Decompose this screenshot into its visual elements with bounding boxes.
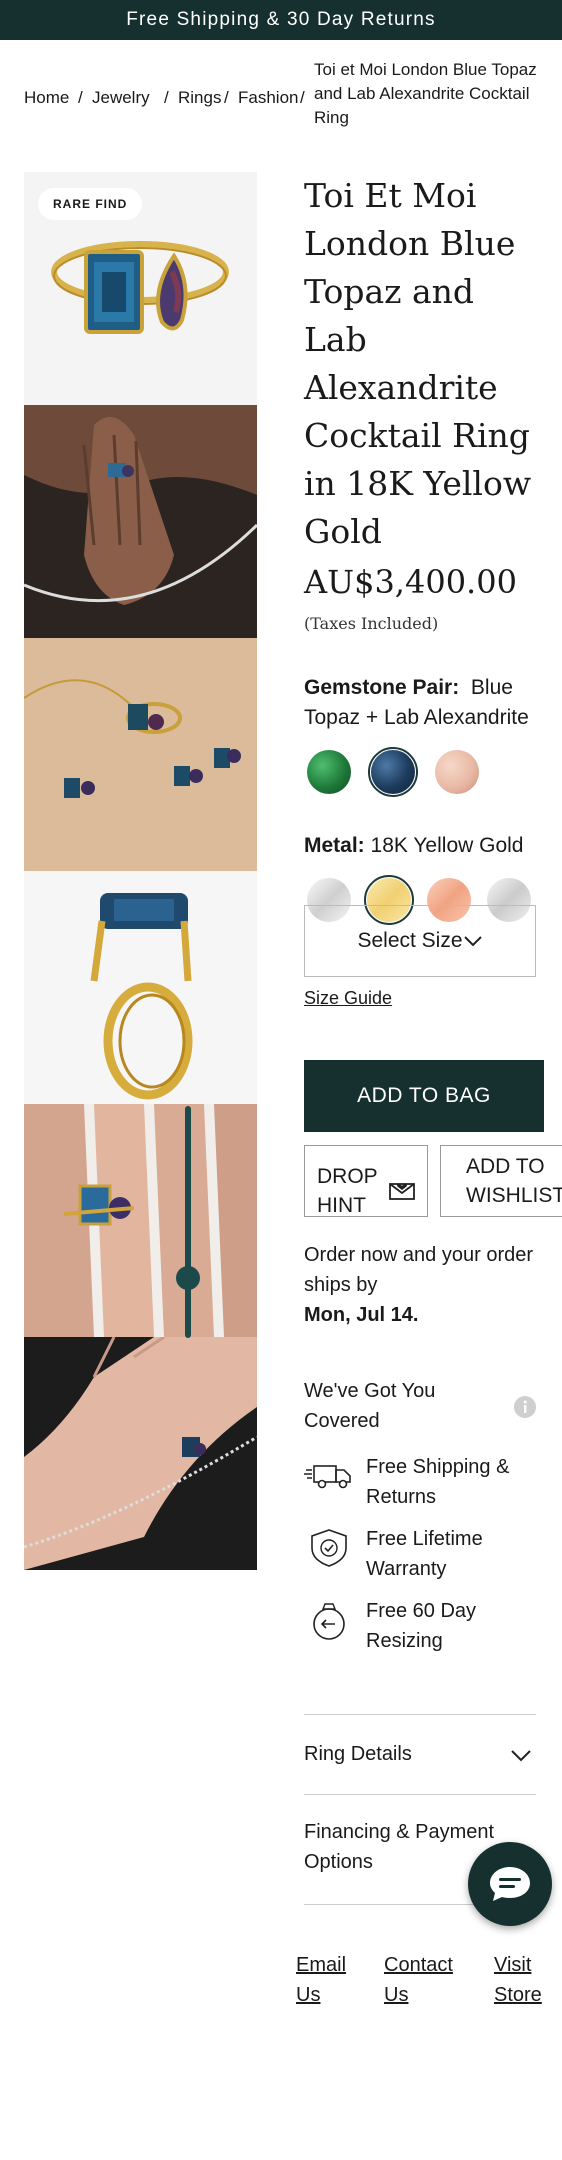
perk-label: Free Lifetime Warranty [366, 1528, 483, 1580]
hand-ring-closeup-image [24, 1104, 257, 1337]
perk-label: Free Shipping & Returns [366, 1456, 510, 1508]
envelope-heart-icon [389, 1183, 415, 1200]
ring-resize-icon [313, 1603, 345, 1640]
info-icon[interactable] [514, 1396, 536, 1418]
covered-title: We've Got You Covered [304, 1380, 436, 1432]
gemstone-swatch-blue-topaz[interactable] [368, 747, 418, 797]
covered-section-title: We've Got You Covered [304, 1376, 544, 1436]
add-to-bag-button[interactable]: ADD TO BAG [304, 1060, 544, 1132]
hand-dark-background-image [24, 1337, 257, 1570]
breadcrumb-separator: / [224, 88, 229, 107]
breadcrumb-rings[interactable]: Rings [178, 86, 221, 110]
breadcrumb-home[interactable]: Home [24, 86, 69, 110]
product-info: Toi Et Moi London Blue Topaz and Lab Ale… [304, 172, 544, 925]
add-to-wishlist-button[interactable]: ADD TO WISHLIST [440, 1145, 562, 1217]
gemstone-swatch-morganite[interactable] [432, 747, 482, 797]
product-gallery: RARE FIND [24, 172, 257, 1570]
chat-bubble-icon [490, 1867, 530, 1901]
promo-banner-text: Free Shipping & 30 Day Returns [126, 9, 436, 30]
tax-note: (Taxes Included) [304, 614, 439, 633]
chat-button[interactable] [468, 1842, 552, 1926]
gemstone-pair-label: Gemstone Pair: Blue Topaz + Lab Alexandr… [304, 673, 544, 733]
rare-find-badge: RARE FIND [38, 188, 143, 220]
breadcrumb-fashion[interactable]: Fashion [238, 86, 298, 110]
product-image[interactable] [24, 1337, 257, 1570]
gallery-scrollbar-handle[interactable] [176, 1266, 200, 1290]
product-image[interactable] [24, 405, 257, 638]
perk-label: Free 60 Day Resizing [366, 1600, 477, 1652]
breadcrumb-separator: / [78, 88, 83, 107]
jewelry-set-image [24, 638, 257, 871]
product-image[interactable]: RARE FIND [24, 172, 257, 405]
ring-side-image [90, 893, 193, 1100]
breadcrumb-separator: / [300, 88, 305, 107]
chevron-down-icon [463, 936, 482, 947]
breadcrumb-current: Toi et Moi London Blue Topaz and Lab Ale… [314, 60, 537, 127]
gemstone-swatches [304, 747, 544, 797]
accordion-ring-details[interactable]: Ring Details [304, 1714, 536, 1794]
shipping-date: Mon, Jul 14. [304, 1304, 419, 1326]
chevron-down-icon [511, 1750, 531, 1762]
product-price: AU$3,400.00 [304, 563, 517, 601]
shield-check-icon [311, 1529, 347, 1567]
product-title: Toi Et Moi London Blue Topaz and Lab Ale… [304, 176, 532, 551]
gemstone-label: Gemstone Pair: [304, 676, 460, 699]
breadcrumb-jewelry[interactable]: Jewelry [92, 86, 150, 110]
shipping-text: Order now and your order ships by [304, 1244, 534, 1296]
accordion-label: Ring Details [304, 1743, 412, 1765]
metal-value: 18K Yellow Gold [370, 834, 524, 857]
product-image[interactable] [24, 638, 257, 871]
select-size-label: Select Size [357, 929, 463, 952]
email-us-link[interactable]: Email Us [296, 1950, 356, 2010]
metal-row: Metal: 18K Yellow Gold [304, 831, 544, 861]
shipping-estimate: Order now and your order ships by Mon, J… [304, 1240, 544, 1330]
drop-hint-button[interactable]: DROP HINT [304, 1145, 428, 1217]
drop-hint-label: DROP HINT [317, 1165, 378, 1217]
promo-banner: Free Shipping & 30 Day Returns [0, 0, 562, 40]
gemstone-swatch-emerald[interactable] [304, 747, 354, 797]
product-image[interactable] [24, 871, 257, 1104]
breadcrumb-separator: / [164, 88, 169, 107]
product-image[interactable] [24, 1104, 257, 1337]
truck-icon [304, 1465, 351, 1489]
metal-label: Metal: [304, 834, 365, 857]
select-size-dropdown[interactable]: Select Size [304, 905, 536, 977]
contact-us-link[interactable]: Contact Us [384, 1950, 464, 2010]
hand-model-image [24, 405, 257, 638]
gallery-scrollbar-track[interactable] [185, 1106, 191, 1338]
visit-store-link[interactable]: Visit Store [494, 1950, 548, 2010]
add-to-wishlist-label: ADD TO WISHLIST [466, 1155, 562, 1207]
size-guide-link[interactable]: Size Guide [304, 988, 392, 1009]
